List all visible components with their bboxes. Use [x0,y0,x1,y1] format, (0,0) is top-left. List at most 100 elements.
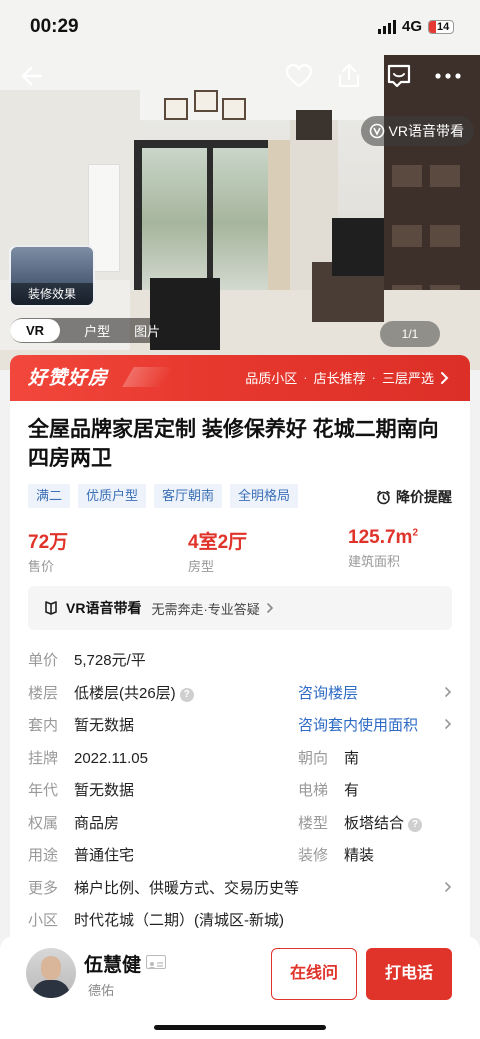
info-value: 普通住宅 [74,847,135,864]
promo-separator: · [371,370,376,385]
info-label: 小区 [28,912,59,929]
vr-voice-tour-bar[interactable]: VR语音带看 无需奔走·专业答疑 [28,586,452,630]
status-indicators: 4G 14 [377,18,454,35]
decoration-effect-thumbnail[interactable]: 装修效果 [9,245,95,307]
tab-photos[interactable]: 图片 [134,321,160,340]
decoration-effect-label: 装修效果 [11,283,93,305]
tab-vr[interactable]: VR [10,319,61,342]
stat-area-label: 建筑面积 [348,554,401,569]
info-row-more[interactable]: 更多 梯户比例、供暖方式、交易历史等 [28,873,452,906]
info-row-inner-area[interactable]: 套内 暂无数据 咨询套内使用面积 [28,710,452,743]
info-value: 2022.11.05 [74,749,148,767]
listing-title: 全屋品牌家居定制 装修保养好 花城二期南向四房两卫 [28,418,439,470]
info-label: 电梯 [298,782,329,799]
agent-company: 德佑 [88,983,115,998]
info-label: 挂牌 [28,749,59,767]
online-chat-button[interactable]: 在线问 [271,948,357,1000]
stat-price: 72万 售价 [28,527,188,575]
listing-info: 单价 5,728元/平 楼层 低楼层(共26层)? 咨询楼层 套内 暂无数据 咨… [28,645,452,938]
info-row-usage-decoration: 用途 普通住宅 装修 精装 [28,840,452,873]
info-label: 装修 [298,847,329,864]
info-value: 暂无数据 [74,782,135,799]
info-row-year-elevator: 年代 暂无数据 电梯 有 [28,775,452,808]
alarm-clock-icon [377,490,390,504]
info-row-community[interactable]: 小区 时代花城（二期）(清城区-新城) [28,905,452,938]
info-value: 精装 [344,847,375,864]
signal-icon [377,19,396,34]
favorite-heart-icon[interactable] [283,60,315,92]
promo-tag: 品质小区 [245,371,298,386]
info-value: 商品房 [74,814,120,832]
photo-window-bar [207,140,213,300]
agent-name[interactable]: 伍慧健 [84,950,141,977]
promo-tag: 三层严选 [381,371,434,386]
tab-floorplan[interactable]: 户型 [84,321,110,340]
info-label: 用途 [28,847,59,864]
photo-lamp-shade [222,98,246,120]
stat-area-unit-sup: 2 [412,527,419,539]
network-type: 4G [401,18,422,35]
chevron-right-icon [441,371,449,384]
vr-icon [369,123,384,139]
info-label: 权属 [28,814,59,832]
chevron-right-icon [444,710,452,743]
listing-tag: 客厅朝南 [154,484,223,508]
vr-bar-title: VR语音带看 [66,600,142,616]
info-label: 套内 [28,717,59,734]
home-indicator[interactable] [154,1025,326,1030]
info-value: 暂无数据 [74,717,135,734]
listing-tags: 满二 优质户型 客厅朝南 全明格局 [28,484,299,508]
info-value: 时代花城（二期）(清城区-新城) [74,912,284,929]
listing-tag: 优质户型 [78,484,147,508]
stat-area-value: 125.7m [348,527,413,548]
consult-inner-area-link[interactable]: 咨询套内使用面积 [298,710,418,743]
media-tabs: VR 户型 图片 [10,318,175,343]
info-value: 低楼层(共26层) [74,684,176,702]
share-icon[interactable] [333,60,365,92]
listing-tag: 满二 [28,484,71,508]
business-card-icon[interactable] [146,955,166,970]
info-value: 板塔结合 [344,814,405,832]
info-value-wrap: 板塔结合? [344,808,423,841]
photo-lamp-shade [164,98,188,120]
agent-avatar[interactable] [26,948,76,998]
message-icon[interactable] [383,60,415,92]
photo-shelf-cell [430,225,460,247]
call-button[interactable]: 打电话 [366,948,452,1000]
photo-cabinet-top [296,110,332,140]
question-icon[interactable]: ? [408,817,423,832]
question-icon[interactable]: ? [179,687,194,702]
listing-tag: 全明格局 [230,484,299,508]
stat-layout-value: 4室2厅 [188,532,248,553]
photo-shelf-cell [392,225,422,247]
promo-tags: 品质小区 · 店长推荐 · 三层严选 [245,368,450,387]
info-value: 有 [344,782,360,799]
stat-area: 125.7m2 建筑面积 [348,527,452,575]
vr-voice-tour-button[interactable]: VR语音带看 [360,116,474,146]
photo-page-counter: 1/1 [380,321,440,347]
chevron-right-icon [444,873,452,906]
info-label: 朝向 [298,749,329,767]
info-row-floor[interactable]: 楼层 低楼层(共26层)? 咨询楼层 [28,678,452,711]
consult-floor-link[interactable]: 咨询楼层 [298,678,358,711]
promo-banner[interactable]: 好赞好房 品质小区 · 店长推荐 · 三层严选 [10,355,470,401]
promo-logo: 好赞好房 [28,368,109,389]
info-label: 年代 [28,782,59,799]
stat-price-value: 72万 [28,532,69,553]
back-icon[interactable] [16,60,48,92]
avatar-head [41,956,61,980]
photo-tv [332,218,384,276]
status-time: 00:29 [30,16,79,37]
promo-tag: 店长推荐 [313,371,366,386]
photo-lamp-shade [194,90,218,112]
stat-price-label: 售价 [28,559,55,574]
listing-photo[interactable] [0,0,480,370]
battery-icon: 14 [428,19,454,34]
promo-separator: · [303,370,308,385]
promo-decoration [122,367,174,387]
price-alert-button[interactable]: 降价提醒 [376,487,452,507]
photo-shelf-cell [430,165,460,187]
more-icon[interactable] [432,60,464,92]
info-value-wrap: 低楼层(共26层)? [74,678,194,711]
info-label: 更多 [28,879,59,897]
